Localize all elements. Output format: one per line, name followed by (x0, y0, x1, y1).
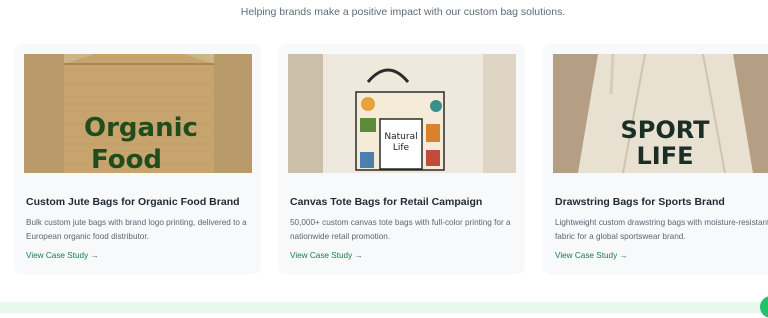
drawstring-print-line1: SPORT (620, 116, 710, 144)
view-case-study-link[interactable]: View Case Study → (555, 251, 628, 260)
case-study-card-canvas[interactable]: Natural Life Canvas Tote Bags for Retail… (278, 44, 525, 274)
case-study-card-jute[interactable]: Organic Food Custom Jute Bags for Organi… (14, 44, 261, 274)
card-description: Lightweight custom drawstring bags with … (555, 218, 768, 241)
section-subtitle: Helping brands make a positive impact wi… (240, 6, 566, 18)
drawstring-bag-image: SPORT LIFE (553, 54, 768, 173)
tote-print-line2: Life (393, 143, 410, 153)
card-description: 50,000+ custom canvas tote bags with ful… (290, 218, 511, 241)
tote-print-line1: Natural (384, 132, 417, 142)
view-case-study-link[interactable]: View Case Study → (290, 251, 363, 260)
card-title: Canvas Tote Bags for Retail Campaign (290, 196, 483, 208)
next-section-band (0, 302, 768, 313)
card-title: Custom Jute Bags for Organic Food Brand (26, 196, 240, 208)
case-study-card-drawstring[interactable]: SPORT LIFE Drawstring Bags for Sports Br… (543, 44, 768, 274)
jute-bag-image: Organic Food (24, 54, 252, 173)
canvas-tote-image: Natural Life (288, 54, 516, 173)
jute-bag-print-line2: Food (91, 145, 162, 173)
drawstring-print-line2: LIFE (636, 142, 693, 170)
card-title: Drawstring Bags for Sports Brand (555, 196, 725, 208)
jute-bag-print-line1: Organic (84, 113, 198, 143)
chat-button[interactable] (760, 296, 768, 318)
view-case-study-link[interactable]: View Case Study → (26, 251, 99, 260)
card-description: Bulk custom jute bags with brand logo pr… (26, 218, 247, 241)
